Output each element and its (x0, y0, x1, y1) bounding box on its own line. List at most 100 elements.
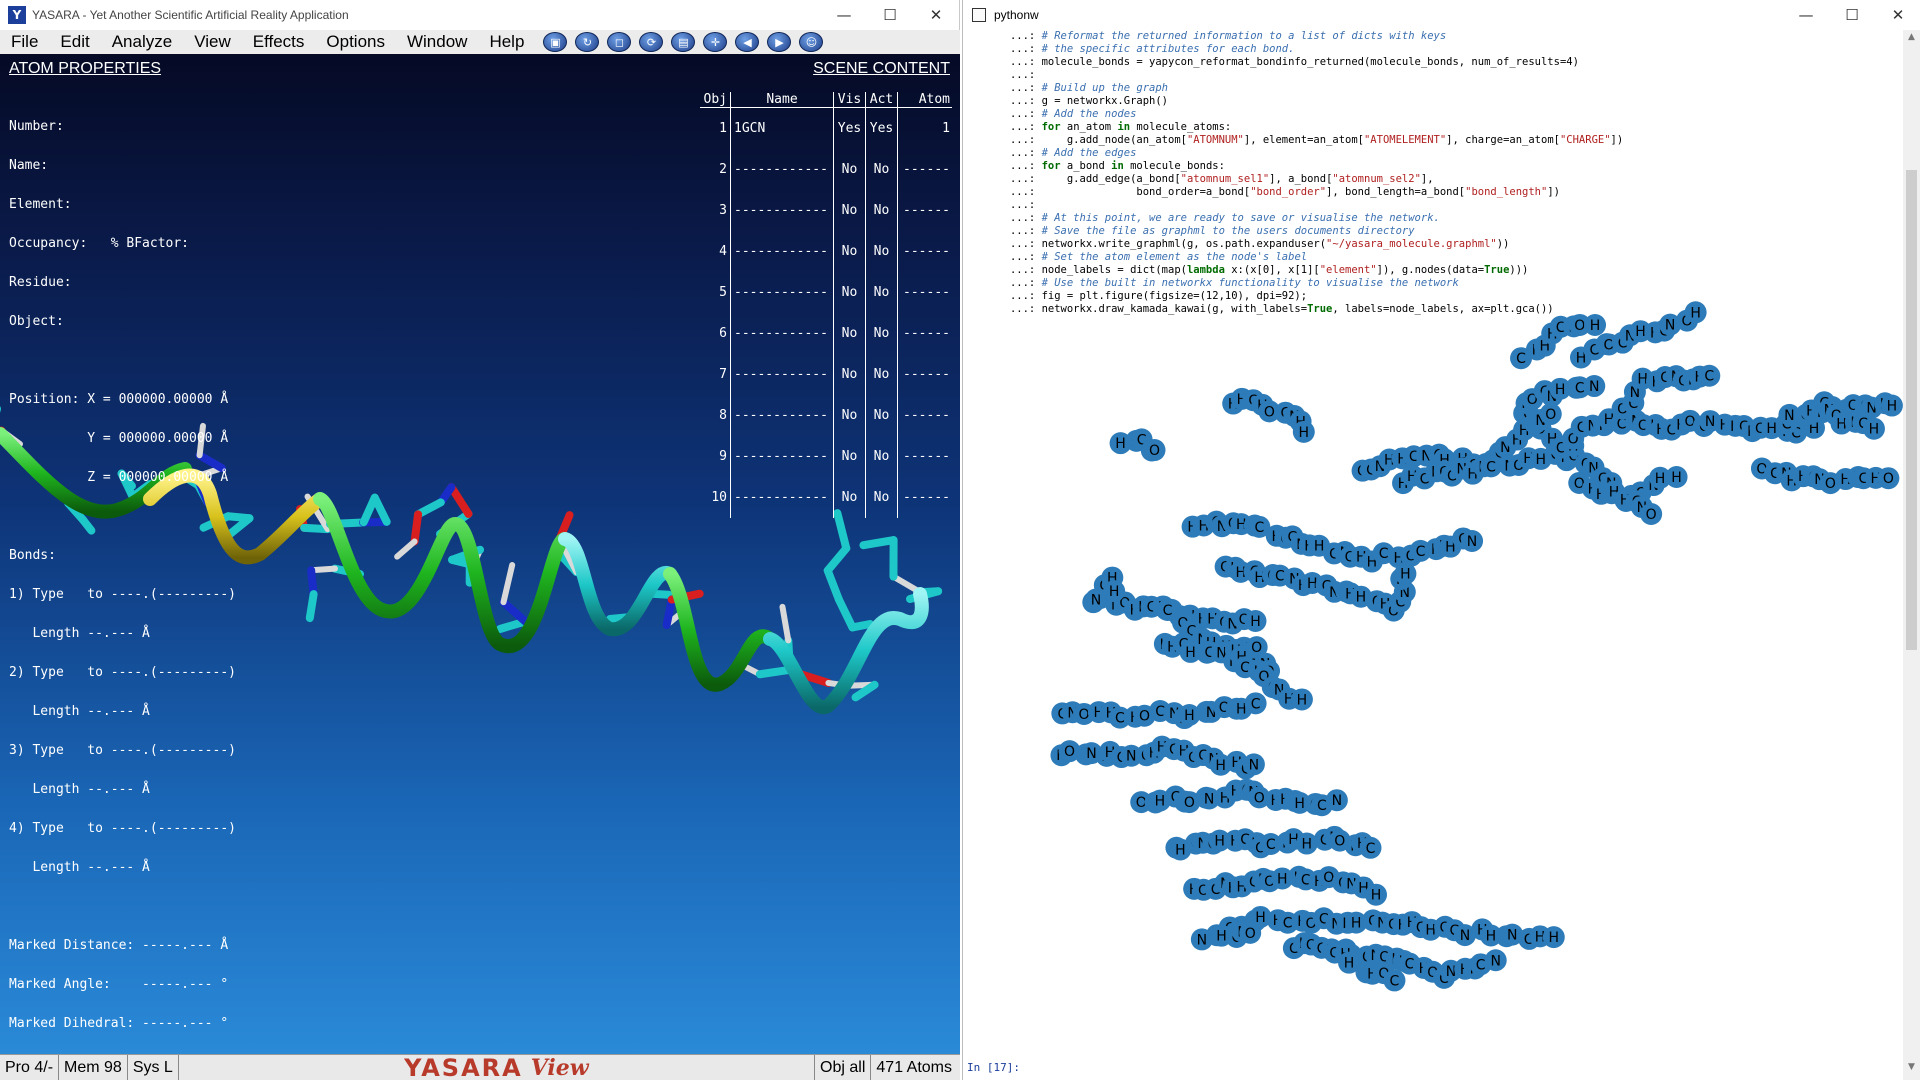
scene-row[interactable]: 3------------NoNo------ (700, 190, 952, 231)
graph-node: N (1326, 789, 1348, 811)
scene-cell-name: ------------ (730, 477, 833, 518)
atom-prop-line: Element: (9, 198, 236, 211)
graph-node: H (1296, 833, 1318, 855)
scene-cell-atom: ------ (897, 149, 952, 190)
box-icon[interactable]: ▤ (671, 32, 695, 52)
menu-view[interactable]: View (183, 32, 242, 52)
scene-table-body: 11GCNYesYes12------------NoNo------3----… (700, 108, 952, 518)
menu-edit[interactable]: Edit (49, 32, 100, 52)
graph-node-label: N (1086, 746, 1096, 762)
graph-node-label: H (1635, 324, 1646, 340)
graph-node-label: C (1390, 973, 1400, 989)
col-header-act: Act (865, 92, 897, 107)
scene-row[interactable]: 9------------NoNo------ (700, 436, 952, 477)
console-scrollbar[interactable]: ▲ ▼ (1903, 30, 1920, 1080)
graph-node-label: C (1704, 369, 1714, 385)
yasara-app-icon: Y (8, 6, 26, 24)
graph-node: O (1877, 467, 1899, 489)
atom-prop-line (9, 900, 236, 913)
graph-node-label: H (1175, 843, 1186, 859)
col-header-obj: Obj (700, 92, 730, 107)
atom-prop-line (9, 354, 236, 367)
molecule-viewport[interactable]: ATOM PROPERTIES Number: Name: Element: O… (0, 54, 960, 1054)
atom-prop-line: Marked Angle: -----.--- ° (9, 978, 236, 991)
atom-prop-line: Number: (9, 120, 236, 133)
scene-content-title[interactable]: SCENE CONTENT (813, 60, 950, 78)
bond-stick (837, 513, 846, 548)
graph-node-label: C (1416, 544, 1426, 560)
graph-node-label: N (1332, 793, 1342, 809)
cube-icon[interactable]: ◻ (607, 32, 631, 52)
atom-prop-line: Marked Dihedral: -----.--- ° (9, 1017, 236, 1030)
menu-options[interactable]: Options (315, 32, 396, 52)
scene-cell-vis: No (833, 436, 865, 477)
graph-node-label: N (1197, 932, 1207, 948)
maximize-button[interactable]: ☐ (867, 0, 913, 30)
graph-node: H (1103, 580, 1125, 602)
select-icon[interactable]: ▣ (543, 32, 567, 52)
graph-node-label: H (1250, 614, 1261, 630)
col-header-atom: Atom (897, 92, 952, 107)
scene-row[interactable]: 2------------NoNo------ (700, 149, 952, 190)
scene-cell-atom: ------ (897, 477, 952, 518)
graph-node: H (1394, 563, 1416, 585)
forward-icon[interactable]: ▶ (767, 32, 791, 52)
atom-prop-line: Residue: (9, 276, 236, 289)
scene-cell-vis: No (833, 354, 865, 395)
scene-row[interactable]: 11GCNYesYes1 (700, 108, 952, 149)
graph-node-label: H (1301, 837, 1312, 853)
graph-node-label: O (1545, 407, 1556, 423)
atom-prop-line: Length --.--- Å (9, 705, 236, 718)
atom-prop-line: Name: (9, 159, 236, 172)
scene-row[interactable]: 6------------NoNo------ (700, 313, 952, 354)
scene-row[interactable]: 5------------NoNo------ (700, 272, 952, 313)
graph-node-label: C (1251, 696, 1261, 712)
bond-stick (863, 540, 893, 545)
scene-row[interactable]: 7------------NoNo------ (700, 354, 952, 395)
graph-node-label: H (1887, 399, 1898, 415)
scene-cell-name: ------------ (730, 313, 833, 354)
scene-row[interactable]: 4------------NoNo------ (700, 231, 952, 272)
graph-node-label: O (1079, 707, 1090, 723)
graph-node-label: H (1215, 758, 1226, 774)
graph-node: C (1245, 692, 1267, 714)
scene-cell-act: No (865, 436, 897, 477)
scene-row[interactable]: 8------------NoNo------ (700, 395, 952, 436)
graph-node-label: H (1555, 382, 1566, 398)
console-prompt[interactable]: In [17]: (967, 1061, 1020, 1074)
scene-cell-obj: 9 (700, 436, 730, 477)
graph-node-label: C (1266, 837, 1276, 853)
graph-node-label: C (1476, 957, 1486, 973)
graph-node-label: O (1883, 471, 1894, 487)
menu-effects[interactable]: Effects (242, 32, 316, 52)
graph-node-label: C (1254, 520, 1264, 536)
scene-row[interactable]: 10------------NoNo------ (700, 477, 952, 518)
atom-properties-title[interactable]: ATOM PROPERTIES (9, 60, 161, 78)
graph-node-label: H (1255, 910, 1266, 926)
status-atoms: 471 Atoms (871, 1055, 960, 1080)
scene-cell-name: ------------ (730, 190, 833, 231)
graph-node-label: H (1214, 834, 1225, 850)
yasara-titlebar[interactable]: Y YASARA - Yet Another Scientific Artifi… (0, 0, 959, 30)
rewind-icon[interactable]: ◀ (735, 32, 759, 52)
scroll-thumb[interactable] (1906, 170, 1917, 650)
graph-node-label: N (1091, 592, 1101, 608)
center-icon[interactable]: ✛ (703, 32, 727, 52)
refresh-icon[interactable]: ⟳ (639, 32, 663, 52)
close-button[interactable]: ✕ (913, 0, 959, 30)
scroll-down-icon[interactable]: ▼ (1903, 1062, 1920, 1078)
minimize-button[interactable]: — (821, 0, 867, 30)
graph-node-label: C (1575, 380, 1585, 396)
face-icon[interactable]: ☺ (799, 32, 823, 52)
graph-node: H (1584, 314, 1606, 336)
rotate-icon[interactable]: ↻ (575, 32, 599, 52)
menu-analyze[interactable]: Analyze (101, 32, 183, 52)
scene-cell-vis: No (833, 477, 865, 518)
scroll-up-icon[interactable]: ▲ (1903, 32, 1920, 48)
ribbon-segment (670, 574, 770, 685)
graph-node: O (1640, 503, 1662, 525)
menu-file[interactable]: File (0, 32, 49, 52)
menu-window[interactable]: Window (396, 32, 478, 52)
menu-help[interactable]: Help (478, 32, 535, 52)
bond-stick (828, 571, 839, 600)
